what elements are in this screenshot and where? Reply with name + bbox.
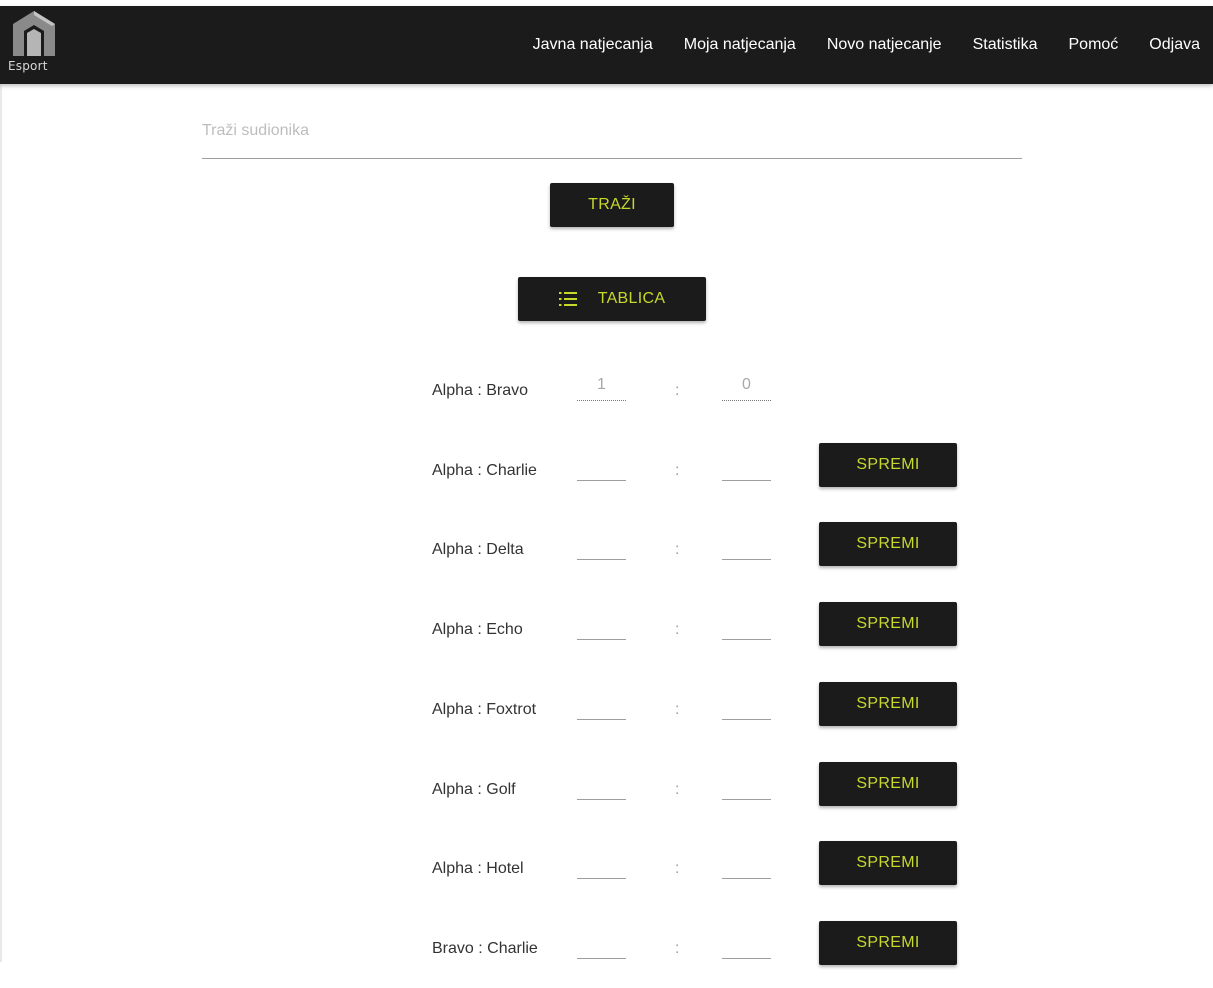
page-left-border — [0, 84, 2, 962]
save-button[interactable]: SPREMI — [819, 762, 957, 806]
save-button[interactable]: SPREMI — [819, 602, 957, 646]
nav-link-moja-natjecanja[interactable]: Moja natjecanja — [684, 36, 796, 54]
score-separator: : — [675, 940, 680, 957]
match-row: Alpha : Delta : SPREMI — [0, 522, 1213, 589]
nav-link-odjava[interactable]: Odjava — [1149, 36, 1200, 54]
home-score-input[interactable] — [577, 450, 626, 481]
match-row: Alpha : Foxtrot : SPREMI — [0, 682, 1213, 749]
home-score-input[interactable] — [577, 689, 626, 720]
away-score-input[interactable] — [722, 450, 771, 481]
table-button[interactable]: TABLICA — [518, 277, 706, 321]
away-score-input[interactable] — [722, 769, 771, 800]
home-score-input[interactable] — [577, 848, 626, 879]
match-row: Bravo : Charlie : SPREMI — [0, 921, 1213, 988]
save-button[interactable]: SPREMI — [819, 921, 957, 965]
logo-text: Esport — [8, 59, 48, 73]
save-button[interactable]: SPREMI — [819, 443, 957, 487]
esport-logo[interactable]: Esport — [6, 8, 62, 80]
nav-link-javna-natjecanja[interactable]: Javna natjecanja — [533, 36, 653, 54]
score-separator: : — [675, 382, 680, 399]
match-label: Alpha : Delta — [432, 541, 524, 558]
nav-link-pomoc[interactable]: Pomoć — [1069, 36, 1119, 54]
score-separator: : — [675, 621, 680, 638]
save-button[interactable]: SPREMI — [819, 522, 957, 566]
away-score-input[interactable] — [722, 848, 771, 879]
home-score-input — [577, 370, 626, 401]
match-row: Alpha : Echo : SPREMI — [0, 602, 1213, 669]
home-score-input[interactable] — [577, 609, 626, 640]
nav-link-novo-natjecanje[interactable]: Novo natjecanje — [827, 36, 942, 54]
match-row: Alpha : Bravo : — [0, 370, 1213, 430]
match-label: Bravo : Charlie — [432, 940, 538, 957]
away-score-input — [722, 370, 771, 401]
match-row: Alpha : Charlie : SPREMI — [0, 443, 1213, 510]
score-separator: : — [675, 541, 680, 558]
save-button[interactable]: SPREMI — [819, 841, 957, 885]
home-score-input[interactable] — [577, 529, 626, 560]
match-label: Alpha : Echo — [432, 621, 523, 638]
search-input[interactable] — [202, 110, 1022, 152]
match-label: Alpha : Foxtrot — [432, 701, 537, 718]
match-label: Alpha : Bravo — [432, 382, 529, 399]
nav-link-statistika[interactable]: Statistika — [973, 36, 1038, 54]
match-label: Alpha : Hotel — [432, 860, 524, 877]
home-score-input[interactable] — [577, 928, 626, 959]
list-icon — [558, 292, 577, 306]
nav-menu: Javna natjecanja Moja natjecanja Novo na… — [502, 6, 1200, 84]
table-button-label: TABLICA — [597, 290, 666, 307]
score-separator: : — [675, 701, 680, 718]
score-separator: : — [675, 462, 680, 479]
top-navbar: Esport Javna natjecanja Moja natjecanja … — [0, 6, 1213, 84]
search-button[interactable]: TRAŽI — [550, 183, 674, 227]
match-label: Alpha : Golf — [432, 781, 516, 798]
logo-icon — [13, 11, 55, 56]
away-score-input[interactable] — [722, 928, 771, 959]
score-separator: : — [675, 860, 680, 877]
score-separator: : — [675, 781, 680, 798]
search-field — [202, 110, 1022, 159]
match-row: Alpha : Hotel : SPREMI — [0, 841, 1213, 908]
away-score-input[interactable] — [722, 689, 771, 720]
match-row: Alpha : Golf : SPREMI — [0, 762, 1213, 829]
home-score-input[interactable] — [577, 769, 626, 800]
away-score-input[interactable] — [722, 609, 771, 640]
save-button[interactable]: SPREMI — [819, 682, 957, 726]
match-label: Alpha : Charlie — [432, 462, 537, 479]
away-score-input[interactable] — [722, 529, 771, 560]
